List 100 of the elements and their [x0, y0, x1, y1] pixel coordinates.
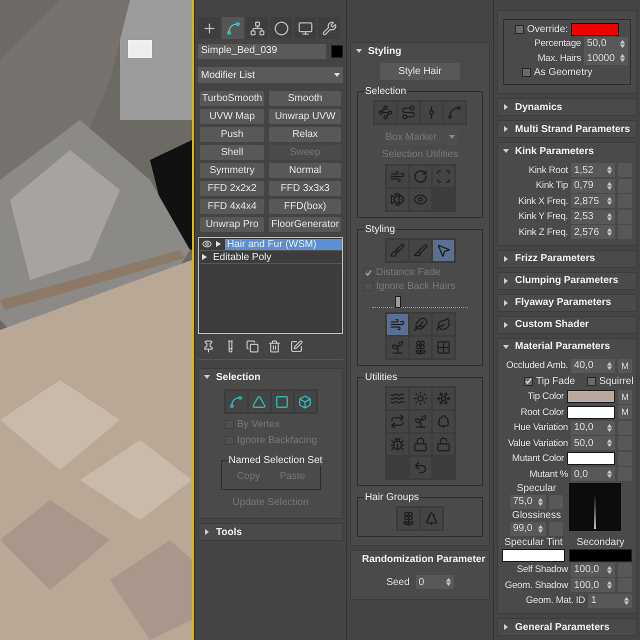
selection-utility-button[interactable]: [386, 166, 408, 187]
spinner-field[interactable]: 1: [588, 594, 632, 608]
spinner-field[interactable]: 10,0: [571, 420, 615, 435]
map-button[interactable]: M: [618, 405, 632, 420]
spinner-arrows-icon[interactable]: [607, 228, 612, 236]
spinner-field[interactable]: 75,0: [510, 494, 546, 508]
brush-button[interactable]: [410, 314, 430, 335]
spinner-arrows-icon[interactable]: [607, 197, 612, 206]
styling-tool-button[interactable]: [432, 240, 454, 261]
spinner-arrows-icon[interactable]: [620, 40, 625, 48]
color-swatch[interactable]: [569, 548, 632, 562]
spinner-field[interactable]: 10000: [584, 51, 628, 66]
spinner-arrows-icon[interactable]: [607, 212, 612, 221]
spinner-arrows-icon[interactable]: [607, 470, 612, 478]
spinner-arrows-icon[interactable]: [607, 166, 612, 174]
spinner-field[interactable]: 50,0: [571, 436, 615, 450]
brush-button[interactable]: [386, 314, 408, 335]
selection-utility-button[interactable]: [386, 189, 408, 210]
spinner-arrows-icon[interactable]: [538, 524, 543, 532]
stack-item[interactable]: Editable Poly: [211, 252, 342, 262]
styling-tool-button[interactable]: [410, 240, 430, 261]
expand-arrow-icon[interactable]: [202, 254, 207, 260]
modifier-button[interactable]: Shell: [200, 145, 264, 160]
color-swatch[interactable]: [567, 390, 615, 404]
brush-button[interactable]: [410, 337, 430, 358]
spinner-field[interactable]: 2,53: [571, 210, 615, 224]
panel-tab[interactable]: [246, 17, 268, 39]
spinner-field[interactable]: 0,79: [571, 178, 615, 193]
map-button[interactable]: [618, 467, 632, 482]
selection-utility-button[interactable]: [432, 166, 454, 187]
styling-tool-button[interactable]: [386, 240, 408, 261]
modifier-button[interactable]: FFD 3x3x3: [269, 181, 342, 196]
panel-tab[interactable]: [198, 17, 220, 39]
spinner-field[interactable]: 100,0: [571, 578, 615, 592]
modifier-button[interactable]: Symmetry: [200, 163, 264, 178]
spinner-field[interactable]: 0,0: [571, 467, 615, 482]
brush-button[interactable]: [432, 337, 454, 358]
checkbox[interactable]: [522, 68, 531, 78]
color-swatch[interactable]: [502, 548, 565, 562]
utility-button[interactable]: [410, 388, 430, 409]
spinner-field[interactable]: 2,875: [571, 194, 615, 208]
checkbox[interactable]: [514, 24, 524, 34]
map-button[interactable]: [618, 562, 632, 577]
modifier-button[interactable]: FFD 4x4x4: [200, 199, 264, 214]
map-button[interactable]: M: [618, 390, 632, 404]
slider-thumb[interactable]: [394, 296, 401, 308]
spinner-field[interactable]: 40,0: [571, 358, 615, 373]
eye-icon[interactable]: [202, 239, 212, 249]
color-swatch[interactable]: [567, 452, 615, 466]
modifier-button[interactable]: FloorGenerator: [269, 217, 342, 232]
utility-button[interactable]: [432, 411, 454, 432]
expand-arrow-icon[interactable]: [216, 241, 221, 247]
select-mode-button[interactable]: [375, 102, 396, 123]
spinner-arrows-icon[interactable]: [607, 182, 612, 190]
utility-button[interactable]: [410, 457, 430, 478]
brush-button[interactable]: [386, 337, 408, 358]
sub-object-button[interactable]: [226, 391, 246, 412]
brush-button[interactable]: [432, 314, 454, 335]
color-swatch[interactable]: [567, 406, 615, 419]
utility-button[interactable]: [410, 434, 430, 455]
sub-object-button[interactable]: [272, 391, 292, 412]
utility-button[interactable]: [386, 388, 408, 409]
spinner-arrows-icon[interactable]: [607, 424, 612, 432]
checkbox[interactable]: [524, 376, 533, 386]
spinner-arrows-icon[interactable]: [538, 498, 543, 506]
panel-tab[interactable]: [270, 17, 292, 39]
spinner-arrows-icon[interactable]: [620, 54, 625, 62]
spinner-field[interactable]: 1,52: [571, 163, 615, 178]
modifier-button[interactable]: Relax: [269, 127, 342, 142]
modifier-button[interactable]: TurboSmooth: [200, 91, 264, 106]
spinner-arrows-icon[interactable]: [446, 578, 451, 586]
modifier-button[interactable]: Push: [200, 127, 264, 142]
select-mode-button[interactable]: [421, 102, 442, 123]
utility-button[interactable]: [432, 388, 454, 409]
style-hair-button[interactable]: Style Hair: [380, 63, 460, 80]
object-name-field[interactable]: Simple_Bed_039: [198, 44, 326, 59]
modifier-list-dropdown[interactable]: Modifier List: [198, 67, 343, 83]
spinner-arrows-icon[interactable]: [607, 566, 612, 574]
spinner-field[interactable]: 100,0: [571, 562, 615, 577]
hair-group-button[interactable]: [421, 508, 442, 529]
spinner-arrows-icon[interactable]: [607, 581, 612, 590]
spinner-field[interactable]: 2,576: [571, 225, 615, 240]
modifier-button[interactable]: Normal: [269, 163, 342, 178]
select-mode-button[interactable]: [444, 102, 465, 123]
spinner-field[interactable]: 0: [416, 575, 454, 589]
selection-utility-button[interactable]: [410, 189, 430, 210]
selection-utility-button[interactable]: [410, 166, 430, 187]
utility-button[interactable]: [410, 411, 430, 432]
modifier-button[interactable]: Unwrap Pro: [200, 217, 264, 232]
modifier-button[interactable]: Unwrap UVW: [269, 109, 342, 124]
select-mode-button[interactable]: [398, 102, 419, 123]
spinner-arrows-icon[interactable]: [607, 362, 612, 370]
object-color-swatch[interactable]: [331, 45, 343, 58]
modifier-button[interactable]: FFD 2x2x2: [200, 181, 264, 196]
checkbox[interactable]: [587, 376, 596, 386]
panel-tab[interactable]: [318, 17, 340, 39]
hair-group-button[interactable]: [398, 508, 419, 529]
map-button[interactable]: M: [618, 358, 632, 373]
utility-button[interactable]: [432, 434, 454, 455]
sub-object-button[interactable]: [294, 391, 316, 412]
